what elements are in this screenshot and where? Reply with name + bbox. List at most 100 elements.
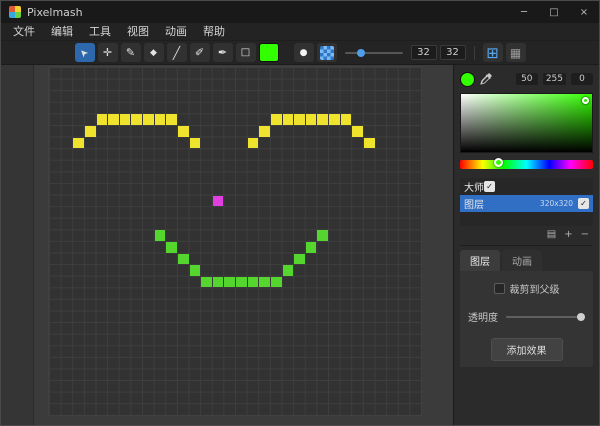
add-layer-button[interactable]: + [564,230,572,240]
right-eyebrow-pixel [306,114,317,125]
tile-preview-toggle[interactable]: ▦ [506,43,526,62]
minimize-button[interactable]: ─ [509,1,539,23]
tool-cluster: ➤ ✛ ✎ ◆ ╱✐ ✒ □ ● ⊞ ▦ [75,43,526,62]
eyedropper-tool[interactable]: ✒ [213,43,233,62]
layer-list: 大师 ✓ 图层 320x320 ✓ [460,178,593,226]
select-icon: ➤ [78,46,92,60]
smile-pixel [294,254,305,265]
right-eyebrow-pixel [329,114,340,125]
hue-knob[interactable] [494,158,503,167]
smile-pixel [166,242,177,253]
left-eyebrow-pixel [131,114,142,125]
inspector-tabs: 图层动画 [460,250,593,271]
menu-edit[interactable]: 编辑 [43,23,81,41]
eyedropper-icon[interactable] [480,73,492,85]
left-eyebrow-pixel [166,114,177,125]
add-effect-button[interactable]: 添加效果 [491,338,563,361]
grid-toggle[interactable]: ⊞ [483,43,503,62]
menu-tools[interactable]: 工具 [81,23,119,41]
brush-tool[interactable]: ✐ [190,43,210,62]
line-tool[interactable]: ╱ [167,43,187,62]
right-eyebrow-pixel [352,126,363,137]
smile-pixel [201,277,212,288]
master-layer-label: 大师 [464,179,484,194]
smile-pixel [178,254,189,265]
saturation-brightness-picker[interactable] [460,93,593,153]
right-eyebrow-pixel [364,138,375,149]
remove-layer-button[interactable]: − [581,230,589,240]
opacity-label: 透明度 [468,309,498,324]
tool-buttons: ➤ ✛ ✎ ◆ ╱✐ ✒ □ [75,43,256,62]
pencil-icon: ✎ [126,46,135,59]
rect-icon: □ [241,47,250,58]
eraser-icon: ◆ [150,48,157,58]
left-eyebrow-pixel [108,114,119,125]
menubar: 文件编辑工具视图动画帮助 [1,23,599,41]
canvas-area [1,65,453,425]
opacity-knob[interactable] [577,313,585,321]
smile-pixel [317,230,328,241]
canvas-height-input[interactable] [440,45,466,60]
size-slider-knob[interactable] [357,49,365,57]
maximize-button[interactable]: □ [539,1,569,23]
pixel-grid[interactable] [49,67,421,415]
menu-animation[interactable]: 动画 [157,23,195,41]
left-eyebrow-pixel [155,114,166,125]
layer-row-selected[interactable]: 图层 320x320 ✓ [460,195,593,212]
layer-visibility-checkbox[interactable]: ✓ [578,198,589,209]
rect-tool[interactable]: □ [236,43,256,62]
layer-row-master[interactable]: 大师 ✓ [460,178,593,195]
menu-help[interactable]: 帮助 [195,23,233,41]
merge-layer-button[interactable]: ▤ [547,230,556,240]
smile-pixel [306,242,317,253]
opacity-slider[interactable] [506,316,585,318]
toolbar: ➤ ✛ ✎ ◆ ╱✐ ✒ □ ● ⊞ ▦ [1,41,599,65]
left-eyebrow-pixel [178,126,189,137]
smile-pixel [213,277,224,288]
move-tool[interactable]: ✛ [98,43,118,62]
tile-icon: ▦ [510,46,521,60]
titlebar: Pixelmash ─ □ × [1,1,599,23]
checker-icon [320,46,334,60]
sb-knob[interactable] [582,97,589,104]
brush-shape-button[interactable]: ● [294,43,314,62]
layer-toolbar: ▤ +− [460,226,593,242]
left-eyebrow-pixel [97,114,108,125]
left-eyebrow-pixel [190,138,201,149]
canvas-gutter [1,65,34,425]
canvas-width-input[interactable] [411,45,437,60]
tab-animation[interactable]: 动画 [502,250,542,271]
clip-label: 裁剪到父级 [510,281,560,296]
red-value[interactable]: 50 [516,73,538,85]
opacity-row: 透明度 [468,309,585,324]
color-swatch[interactable] [259,43,279,62]
hue-slider[interactable] [460,160,593,169]
smile-pixel [271,277,282,288]
eraser-tool[interactable]: ◆ [144,43,164,62]
select-tool[interactable]: ➤ [75,43,95,62]
left-eyebrow-pixel [85,126,96,137]
menu-file[interactable]: 文件 [5,23,43,41]
move-icon: ✛ [103,46,112,59]
eyedropper-icon: ✒ [218,46,227,59]
slider-track [345,52,403,54]
current-color-circle[interactable] [460,72,475,87]
blue-value[interactable]: 0 [571,73,593,85]
dither-toggle[interactable] [317,43,337,62]
pencil-tool[interactable]: ✎ [121,43,141,62]
smile-pixel [283,265,294,276]
right-panel: 50 255 0 大师 ✓ 图层 320x320 ✓ ▤ +− 图层动画 [453,65,599,425]
color-row: 50 255 0 [460,71,593,87]
brush-size-slider[interactable] [345,46,403,60]
master-visibility-checkbox[interactable]: ✓ [484,181,495,192]
left-eyebrow-pixel [143,114,154,125]
grid-icon: ⊞ [486,44,499,62]
clip-checkbox[interactable] [494,283,505,294]
tab-layer[interactable]: 图层 [460,250,500,271]
pixelmash-window: Pixelmash ─ □ × 文件编辑工具视图动画帮助 ➤✛✎◆╱✐✒□ ● [0,0,600,426]
smile-pixel [259,277,270,288]
green-value[interactable]: 255 [543,73,566,85]
circle-brush-icon: ● [300,48,308,58]
menu-view[interactable]: 视图 [119,23,157,41]
close-button[interactable]: × [569,1,599,23]
